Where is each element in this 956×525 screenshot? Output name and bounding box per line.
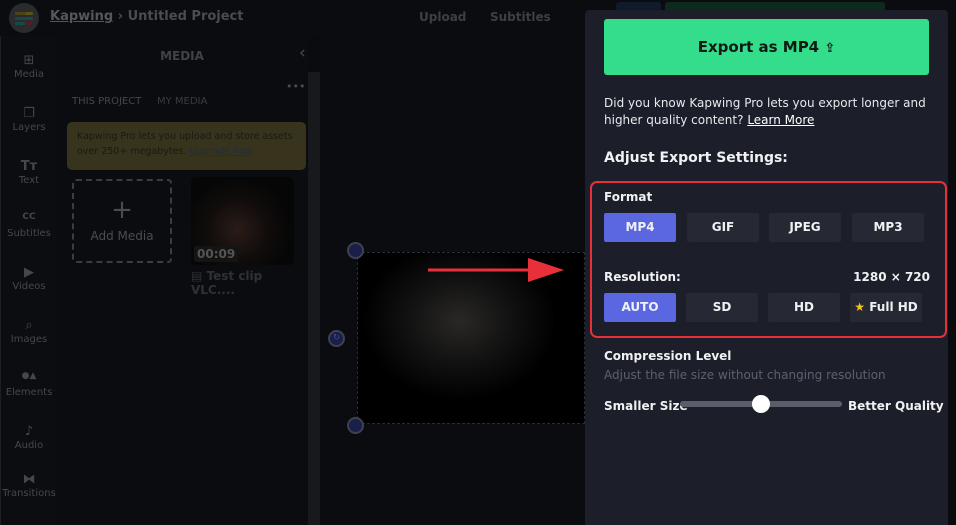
search-icon: ⌕ bbox=[25, 318, 33, 333]
rail-transitions[interactable]: ⧓ Transitions bbox=[1, 472, 57, 499]
panel-title: MEDIA bbox=[160, 49, 204, 63]
rail-label: Elements bbox=[5, 387, 53, 398]
rotate-icon[interactable]: ↻ bbox=[328, 330, 345, 347]
resolution-auto[interactable]: AUTO bbox=[604, 293, 676, 322]
rail-media[interactable]: ⊞ Media bbox=[1, 53, 57, 80]
resolution-label: Resolution: bbox=[604, 270, 681, 284]
compression-subtitle: Adjust the file size without changing re… bbox=[604, 368, 886, 382]
tab-this-project[interactable]: THIS PROJECT bbox=[72, 96, 141, 107]
rail-audio[interactable]: ♪ Audio bbox=[1, 424, 57, 451]
plus-icon: + bbox=[111, 195, 133, 225]
export-panel: Export as MP4 ⇪ Did you know Kapwing Pro… bbox=[585, 10, 948, 525]
video-play-icon: ▶ bbox=[24, 265, 34, 280]
resolution-sd[interactable]: SD bbox=[686, 293, 758, 322]
clip-name-text: Test clip VLC.... bbox=[191, 269, 263, 297]
format-jpeg[interactable]: JPEG bbox=[769, 213, 841, 242]
tab-my-media[interactable]: MY MEDIA bbox=[157, 96, 207, 107]
star-icon: ★ bbox=[854, 300, 865, 314]
rail-label: Media bbox=[13, 69, 45, 80]
media-thumbnail[interactable]: 00:09 bbox=[191, 177, 294, 265]
banner-text: Kapwing Pro lets you upload and store as… bbox=[77, 131, 293, 157]
full-hd-label: Full HD bbox=[869, 300, 918, 314]
rail-label: Layers bbox=[12, 122, 46, 133]
clip-name: ▤ Test clip VLC.... bbox=[191, 269, 308, 297]
red-arrow-annotation bbox=[428, 258, 564, 282]
breadcrumb: Kapwing › Untitled Project bbox=[50, 9, 243, 24]
left-rail: ⊞ Media ❐ Layers Tт Text CC Subtitles ▶ Video… bbox=[0, 36, 56, 525]
rail-label: Text bbox=[18, 175, 40, 186]
clip-duration: 00:09 bbox=[194, 246, 239, 262]
more-options-icon[interactable]: ••• bbox=[286, 80, 305, 93]
upgrade-link[interactable]: Upgrade now bbox=[190, 146, 253, 157]
resize-handle[interactable] bbox=[347, 242, 364, 259]
subtitles-button[interactable]: Subtitles bbox=[490, 10, 551, 24]
settings-heading: Adjust Export Settings: bbox=[604, 150, 788, 166]
compression-slider[interactable] bbox=[680, 395, 842, 413]
export-as-mp4-button[interactable]: Export as MP4 ⇪ bbox=[604, 19, 929, 75]
brand-link[interactable]: Kapwing bbox=[50, 9, 113, 24]
kapwing-logo[interactable] bbox=[9, 3, 39, 33]
format-mp3[interactable]: MP3 bbox=[852, 213, 924, 242]
slider-min-label: Smaller Size bbox=[604, 399, 688, 413]
resolution-value: 1280 × 720 bbox=[853, 270, 930, 284]
breadcrumb-separator: › bbox=[117, 9, 124, 24]
text-icon: Tт bbox=[20, 159, 38, 174]
add-media-button[interactable]: + Add Media bbox=[72, 179, 172, 263]
rail-label: Videos bbox=[12, 281, 46, 292]
collapse-chevron-icon[interactable]: ‹ bbox=[299, 43, 306, 63]
share-upload-icon: ⇪ bbox=[824, 41, 836, 56]
media-panel: MEDIA ‹ ••• THIS PROJECT MY MEDIA Kapwin… bbox=[56, 36, 308, 525]
slider-knob[interactable] bbox=[752, 395, 770, 413]
rail-text[interactable]: Tт Text bbox=[1, 159, 57, 186]
rail-images[interactable]: ⌕ Images bbox=[1, 318, 57, 345]
rail-label: Transitions bbox=[2, 488, 56, 499]
layers-icon: ❐ bbox=[23, 106, 35, 121]
format-label: Format bbox=[604, 190, 653, 204]
add-media-label: Add Media bbox=[90, 229, 154, 243]
music-note-icon: ♪ bbox=[24, 424, 34, 439]
media-plus-icon: ⊞ bbox=[23, 53, 35, 68]
rail-subtitles[interactable]: CC Subtitles bbox=[1, 212, 57, 239]
shapes-icon: ●▲ bbox=[21, 371, 37, 381]
rail-layers[interactable]: ❐ Layers bbox=[1, 106, 57, 133]
rail-label: Images bbox=[10, 334, 48, 345]
resize-handle[interactable] bbox=[347, 417, 364, 434]
resolution-hd[interactable]: HD bbox=[768, 293, 840, 322]
format-mp4[interactable]: MP4 bbox=[604, 213, 676, 242]
upload-button[interactable]: Upload bbox=[419, 10, 466, 24]
export-label: Export as MP4 bbox=[697, 38, 820, 56]
slider-max-label: Better Quality bbox=[848, 399, 944, 413]
pro-info: Did you know Kapwing Pro lets you export… bbox=[604, 95, 934, 129]
project-title[interactable]: Untitled Project bbox=[128, 9, 244, 24]
rail-label: Audio bbox=[14, 440, 44, 451]
compression-label: Compression Level bbox=[604, 349, 732, 363]
format-gif[interactable]: GIF bbox=[687, 213, 759, 242]
rail-videos[interactable]: ▶ Videos bbox=[1, 265, 57, 292]
rail-label: Subtitles bbox=[7, 228, 51, 239]
panel-scrollbar[interactable] bbox=[308, 72, 320, 525]
rail-elements[interactable]: ●▲ Elements bbox=[1, 371, 57, 398]
resolution-full-hd[interactable]: ★ Full HD bbox=[850, 293, 922, 322]
transition-icon: ⧓ bbox=[22, 472, 36, 487]
upgrade-banner: Kapwing Pro lets you upload and store as… bbox=[67, 122, 306, 170]
file-icon: ▤ bbox=[191, 269, 203, 283]
cc-icon: CC bbox=[22, 212, 36, 222]
learn-more-link[interactable]: Learn More bbox=[747, 113, 814, 127]
